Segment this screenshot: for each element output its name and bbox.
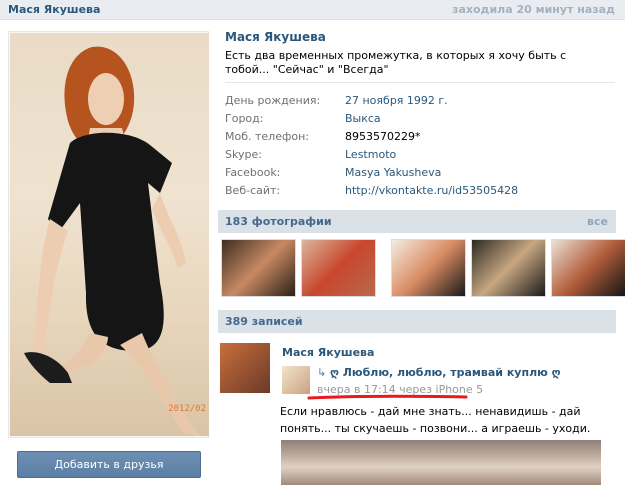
add-friend-button[interactable]: Добавить в друзья: [17, 451, 201, 478]
field-label: День рождения:: [225, 94, 321, 107]
photo-thumbnail[interactable]: [391, 239, 466, 297]
last-seen-status: заходила 20 минут назад: [452, 3, 615, 16]
field-value: 8953570229*: [345, 130, 421, 143]
header-name[interactable]: Мася Якушева: [8, 3, 100, 16]
photos-section-header[interactable]: 183 фотографии все: [218, 210, 616, 233]
field-label: Моб. телефон:: [225, 130, 310, 143]
repost-icon: ↳: [317, 366, 327, 379]
field-label: Веб-сайт:: [225, 184, 281, 197]
field-label: Facebook:: [225, 166, 281, 179]
profile-header-bar: Мася Якушева заходила 20 минут назад: [0, 0, 625, 20]
field-value-link[interactable]: Выкса: [345, 112, 381, 125]
photos-all-link[interactable]: все: [587, 215, 608, 228]
post-author-name[interactable]: Мася Якушева: [282, 346, 374, 359]
field-value-link[interactable]: http://vkontakte.ru/id53505428: [345, 184, 518, 197]
field-label: Skype:: [225, 148, 262, 161]
photo-date-watermark: 2012/02: [168, 404, 206, 414]
field-value-link[interactable]: Lestmoto: [345, 148, 396, 161]
profile-info: Мася Якушева Есть два временных промежут…: [225, 30, 615, 77]
photo-thumbnail[interactable]: [221, 239, 296, 297]
divider: [225, 82, 615, 83]
avatar-frame: 2012/02: [8, 31, 209, 438]
wall-section-header[interactable]: 389 записей: [218, 310, 616, 333]
wall-posts-count[interactable]: 389 записей: [225, 315, 303, 328]
photo-thumbnail[interactable]: [471, 239, 546, 297]
post-photo[interactable]: [281, 440, 601, 485]
field-value-link[interactable]: Masya Yakusheva: [345, 166, 441, 179]
photo-thumbnails: [221, 239, 625, 297]
photo-thumbnail[interactable]: [301, 239, 376, 297]
shared-post-title[interactable]: ღ Люблю, люблю, трамвай куплю ღ: [330, 366, 561, 379]
field-label: Город:: [225, 112, 264, 125]
profile-status[interactable]: Есть два временных промежутка, в которых…: [225, 49, 610, 77]
photos-count-title[interactable]: 183 фотографии: [225, 215, 332, 228]
photo-thumbnail[interactable]: [551, 239, 625, 297]
red-underline-annotation: [307, 394, 468, 400]
profile-avatar[interactable]: 2012/02: [10, 33, 209, 436]
profile-name: Мася Якушева: [225, 30, 326, 44]
avatar-illustration: [24, 46, 200, 436]
post-author-avatar[interactable]: [220, 343, 270, 393]
post-text: Если нравлюсь - дай мне знать... ненавид…: [280, 405, 591, 435]
shared-post-thumbnail[interactable]: [282, 366, 310, 394]
field-value-link[interactable]: 27 ноября 1992 г.: [345, 94, 448, 107]
